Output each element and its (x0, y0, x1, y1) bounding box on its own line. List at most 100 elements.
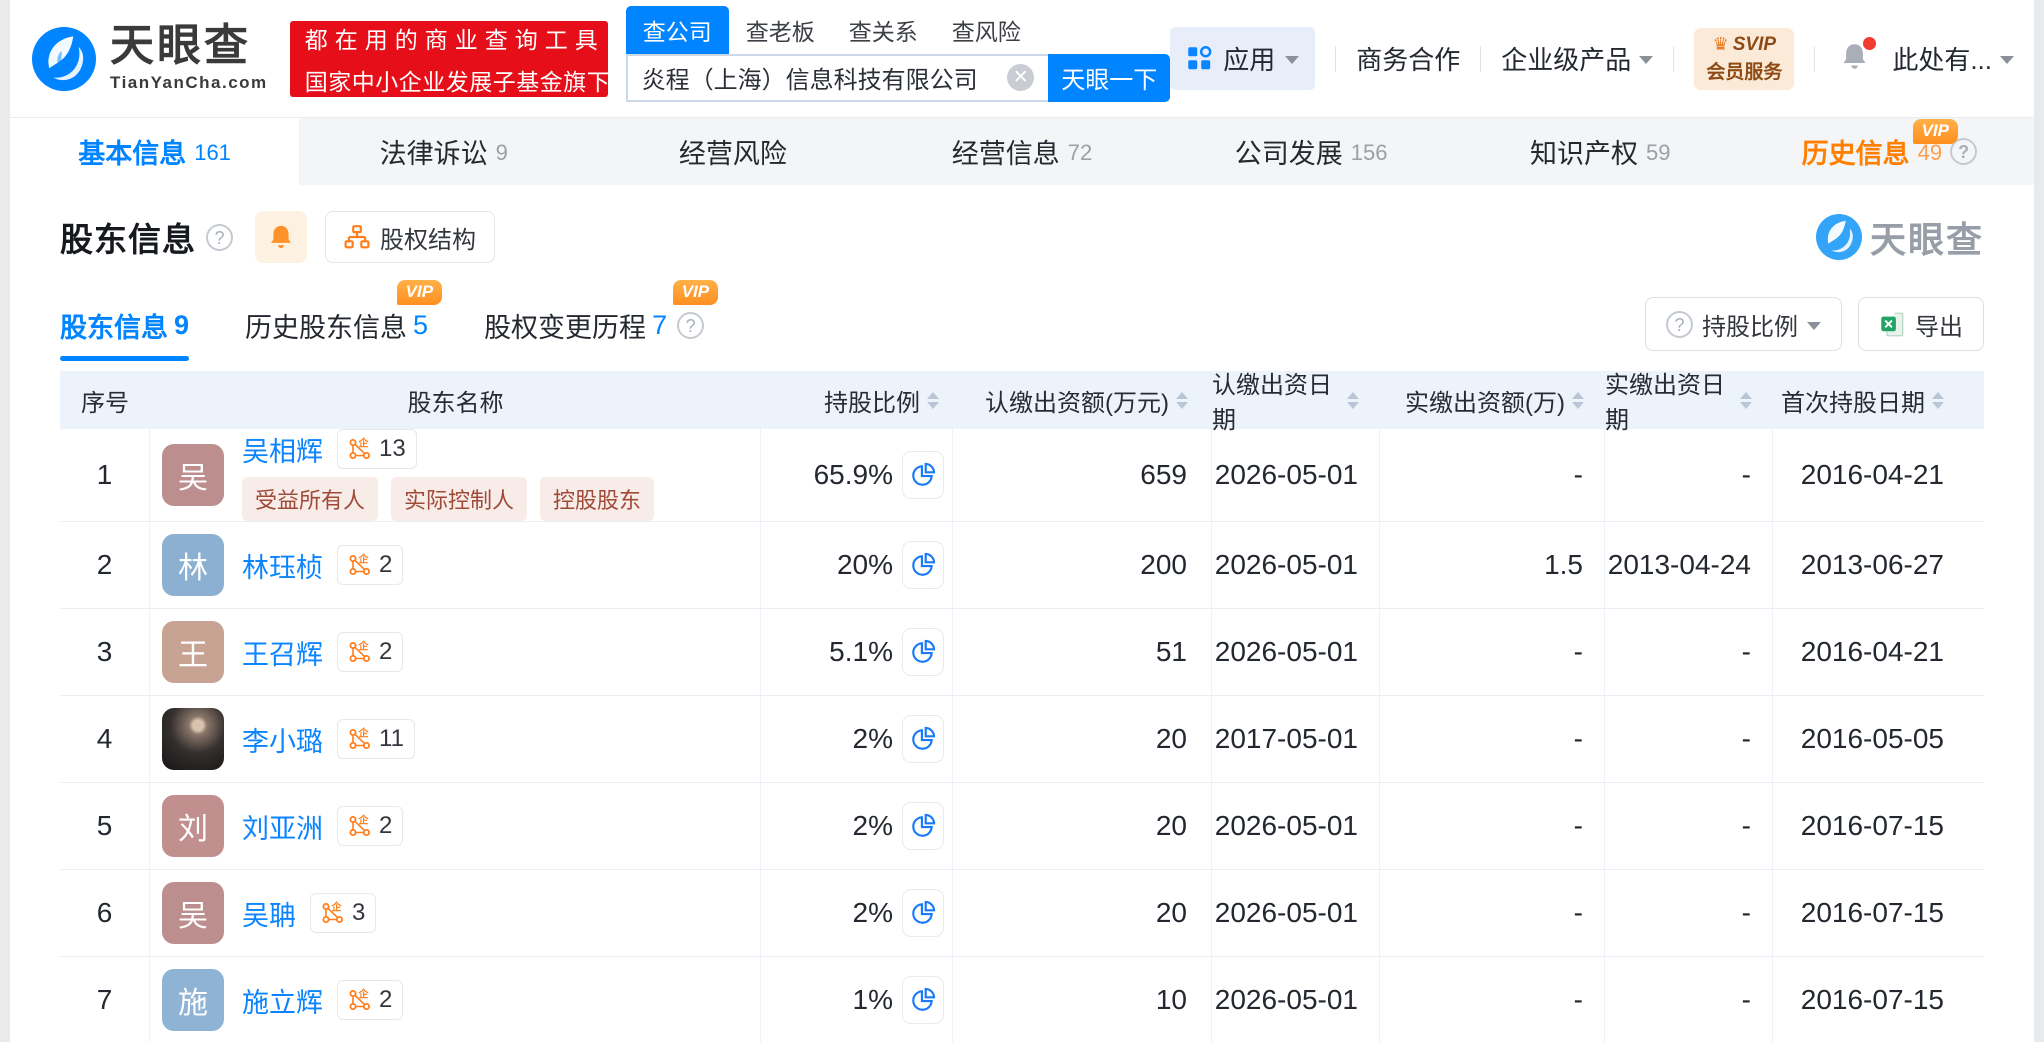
table-toolbar: ? 持股比例 导出 (1645, 297, 1984, 361)
pie-chart-button[interactable] (902, 541, 944, 589)
notification-bell-button[interactable] (1839, 41, 1870, 77)
shareholder-name-link[interactable]: 施立辉 (242, 981, 323, 1020)
nav-biz-coop[interactable]: 商务合作 (1356, 40, 1460, 77)
column-header-8[interactable]: 首次持股日期 (1773, 371, 1984, 429)
pie-chart-icon (910, 552, 936, 578)
search-tab-3[interactable]: 查关系 (832, 6, 935, 54)
sub-tab-2[interactable]: 历史股东信息5VIP (245, 306, 428, 361)
svg-text:企: 企 (358, 640, 370, 653)
search-tab-4[interactable]: 查风险 (935, 6, 1038, 54)
main-tab-4[interactable]: 经营信息72 (877, 118, 1166, 185)
cell-index: 1 (60, 429, 150, 522)
shareholder-info: 王王召辉企2 (150, 621, 760, 683)
sub-tab-3[interactable]: 股权变更历程7VIP? (484, 306, 704, 361)
cell-index: 3 (60, 609, 150, 696)
shareholder-name-wrap: 李小璐企11 (242, 719, 415, 759)
divider (1814, 46, 1815, 72)
search-button[interactable]: 天眼一下 (1048, 54, 1170, 102)
shareholder-avatar[interactable]: 王 (162, 621, 224, 683)
search-area: 查公司查老板查关系查风险 炎程（上海）信息科技有限公司 ✕ 天眼一下 (626, 12, 1171, 102)
section-help-icon[interactable]: ? (206, 224, 233, 251)
apps-menu[interactable]: 应用 (1170, 27, 1315, 90)
related-companies-count: 2 (379, 812, 392, 840)
related-companies-badge[interactable]: 企2 (337, 980, 403, 1020)
column-header-4[interactable]: 认缴出资额(万元) (953, 371, 1212, 429)
ratio-label: 持股比例 (1702, 307, 1798, 342)
related-companies-count: 13 (379, 435, 406, 463)
shareholder-subtabs-row: 股东信息9 历史股东信息5VIP 股权变更历程7VIP? ? 持股比例 导出 (60, 297, 1984, 361)
holding-ratio-value: 2% (853, 723, 893, 755)
shareholder-name-wrap: 林珏桢企2 (242, 545, 403, 585)
main-tab-count: 59 (1646, 140, 1670, 166)
cell-holding-ratio: 1% (761, 957, 953, 1042)
monitor-bell-button[interactable] (255, 211, 307, 263)
column-header-6[interactable]: 实缴出资额(万) (1380, 371, 1605, 429)
main-tab-3[interactable]: 经营风险 (588, 118, 877, 185)
cell-shareholder: 王王召辉企2 (150, 609, 761, 696)
search-input[interactable]: 炎程（上海）信息科技有限公司 ✕ (626, 54, 1049, 102)
column-header-label: 序号 (81, 383, 129, 418)
related-companies-badge[interactable]: 企2 (337, 545, 403, 585)
pie-chart-icon (910, 987, 936, 1013)
shareholder-name-link[interactable]: 刘亚洲 (242, 807, 323, 846)
column-header-7[interactable]: 实缴出资日期 (1605, 371, 1773, 429)
shareholder-photo-avatar[interactable] (162, 708, 224, 770)
pie-chart-button[interactable] (902, 802, 944, 850)
pie-chart-button[interactable] (902, 976, 944, 1024)
related-companies-count: 2 (379, 551, 392, 579)
pie-chart-button[interactable] (902, 889, 944, 937)
column-header-3[interactable]: 持股比例 (761, 371, 953, 429)
svip-member-button[interactable]: ♛SVIP 会员服务 (1694, 28, 1794, 90)
column-header-5[interactable]: 认缴出资日期 (1212, 371, 1380, 429)
cell-holding-ratio: 2% (761, 696, 953, 783)
related-company-graph-icon: 企 (321, 901, 345, 925)
equity-structure-button[interactable]: 股权结构 (325, 211, 495, 263)
main-tab-label: 法律诉讼 (380, 132, 488, 171)
related-companies-badge[interactable]: 企2 (337, 632, 403, 672)
main-tab-1[interactable]: 基本信息161 (10, 118, 299, 185)
clear-search-icon[interactable]: ✕ (1007, 64, 1034, 91)
main-tab-2[interactable]: 法律诉讼9 (299, 118, 588, 185)
main-tab-7[interactable]: 历史信息49VIP? (1745, 118, 2034, 185)
main-tab-5[interactable]: 公司发展156 (1167, 118, 1456, 185)
table-row: 3王王召辉企25.1%512026-05-01--2016-04-21 (60, 609, 1984, 696)
related-companies-badge[interactable]: 企13 (337, 429, 417, 469)
shareholder-subtabs: 股东信息9 历史股东信息5VIP 股权变更历程7VIP? (60, 306, 760, 361)
cell-subscribed-date: 2026-05-01 (1212, 609, 1380, 696)
related-companies-badge[interactable]: 企2 (337, 806, 403, 846)
sub-tab-1[interactable]: 股东信息9 (60, 306, 189, 361)
shareholder-avatar[interactable]: 林 (162, 534, 224, 596)
shareholder-avatar[interactable]: 吴 (162, 882, 224, 944)
search-tab-2[interactable]: 查老板 (729, 6, 832, 54)
cell-first-holding-date: 2016-04-21 (1773, 429, 1984, 522)
cell-shareholder: 李小璐企11 (150, 696, 761, 783)
user-menu[interactable]: 此处有... (1892, 40, 2014, 77)
cell-subscribed-amount: 51 (953, 609, 1212, 696)
main-tab-count: 72 (1068, 140, 1092, 166)
shareholder-name-link[interactable]: 吴聃 (242, 894, 296, 933)
shareholder-avatar[interactable]: 吴 (162, 444, 224, 506)
related-companies-badge[interactable]: 企11 (337, 719, 415, 759)
shareholder-name-link[interactable]: 林珏桢 (242, 546, 323, 585)
shareholder-name-link[interactable]: 李小璐 (242, 720, 323, 759)
shareholder-name-link[interactable]: 吴相辉 (242, 430, 323, 469)
holding-ratio-value: 65.9% (814, 459, 893, 491)
cell-shareholder: 吴吴相辉企13受益所有人实际控制人控股股东 (150, 429, 761, 522)
related-companies-badge[interactable]: 企3 (310, 893, 376, 933)
orange-bell-icon (267, 223, 295, 251)
pie-chart-button[interactable] (902, 715, 944, 763)
sort-icon (927, 392, 939, 409)
pie-chart-button[interactable] (902, 451, 944, 499)
holding-ratio-dropdown[interactable]: ? 持股比例 (1645, 297, 1842, 351)
table-row: 6吴吴聃企32%202026-05-01--2016-07-15 (60, 870, 1984, 957)
tianyancha-logo[interactable]: 天眼查 TianYanCha.com (32, 24, 268, 93)
search-tab-1[interactable]: 查公司 (626, 6, 729, 54)
shareholder-name-link[interactable]: 王召辉 (242, 633, 323, 672)
shareholder-avatar[interactable]: 施 (162, 969, 224, 1031)
holding-ratio-value: 1% (853, 984, 893, 1016)
export-button[interactable]: 导出 (1858, 297, 1984, 351)
pie-chart-button[interactable] (902, 628, 944, 676)
nav-enterprise[interactable]: 企业级产品 (1501, 40, 1653, 77)
main-tab-6[interactable]: 知识产权59 (1456, 118, 1745, 185)
shareholder-avatar[interactable]: 刘 (162, 795, 224, 857)
